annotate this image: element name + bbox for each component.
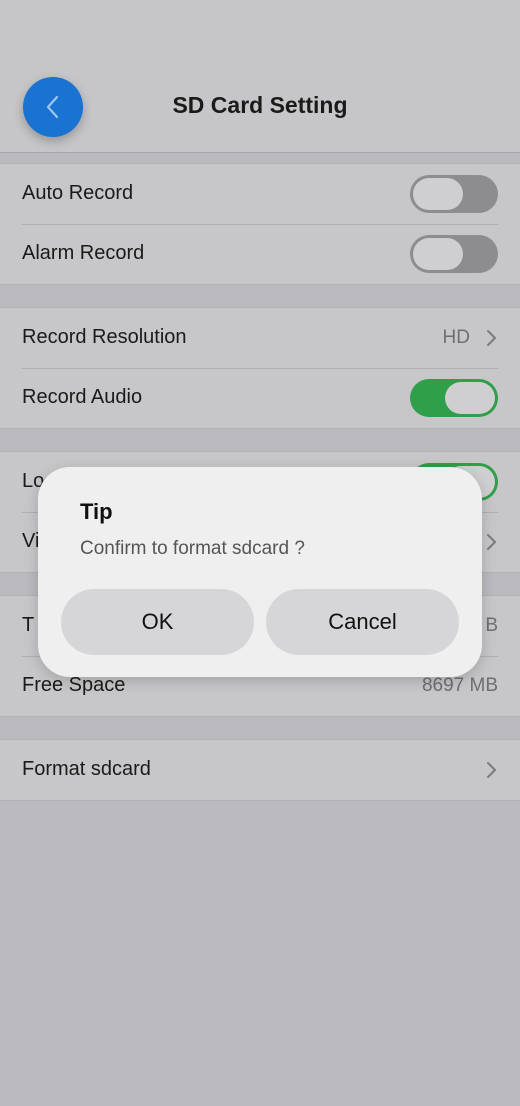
chevron-right-icon xyxy=(487,534,496,550)
format-group: Format sdcard xyxy=(0,739,520,801)
chevron-right-icon xyxy=(487,330,496,346)
auto-record-label: Auto Record xyxy=(22,182,134,204)
alarm-record-label: Alarm Record xyxy=(22,242,145,264)
chevron-right-icon xyxy=(487,762,496,778)
toggle-knob xyxy=(413,178,463,210)
auto-record-toggle[interactable] xyxy=(410,175,498,213)
record-audio-toggle[interactable] xyxy=(410,379,498,417)
free-space-value: 8697 MB xyxy=(421,675,498,696)
toggle-knob xyxy=(413,238,463,270)
dialog-title: Tip xyxy=(80,499,113,524)
record-resolution-value: HD xyxy=(442,327,470,348)
record-audio-row: Record Audio xyxy=(0,368,520,428)
record-settings-group: Auto Record Alarm Record xyxy=(0,163,520,285)
partial-row-2-label: Vi xyxy=(22,530,40,552)
dialog-message: Confirm to format sdcard ? xyxy=(80,538,305,559)
auto-record-row: Auto Record xyxy=(0,164,520,224)
ok-button[interactable]: OK xyxy=(61,589,254,655)
sd-card-setting-screen: SD Card Setting Auto Record Alarm Record… xyxy=(0,0,520,1106)
total-space-label: T xyxy=(22,614,35,636)
format-confirm-dialog: Tip Confirm to format sdcard ? OK Cancel xyxy=(38,467,482,677)
free-space-label: Free Space xyxy=(22,674,126,696)
page-title: SD Card Setting xyxy=(172,92,348,118)
record-resolution-label: Record Resolution xyxy=(22,326,187,348)
toggle-knob xyxy=(445,382,495,414)
total-space-value: B xyxy=(485,615,498,636)
alarm-record-row: Alarm Record xyxy=(0,224,520,284)
cancel-button[interactable]: Cancel xyxy=(266,589,459,655)
format-sdcard-row[interactable]: Format sdcard xyxy=(0,740,520,800)
record-resolution-row[interactable]: Record Resolution HD xyxy=(0,308,520,368)
media-settings-group: Record Resolution HD Record Audio xyxy=(0,307,520,429)
format-sdcard-label: Format sdcard xyxy=(22,758,151,780)
record-audio-label: Record Audio xyxy=(22,386,143,408)
nav-header: SD Card Setting xyxy=(0,0,520,153)
alarm-record-toggle[interactable] xyxy=(410,235,498,273)
